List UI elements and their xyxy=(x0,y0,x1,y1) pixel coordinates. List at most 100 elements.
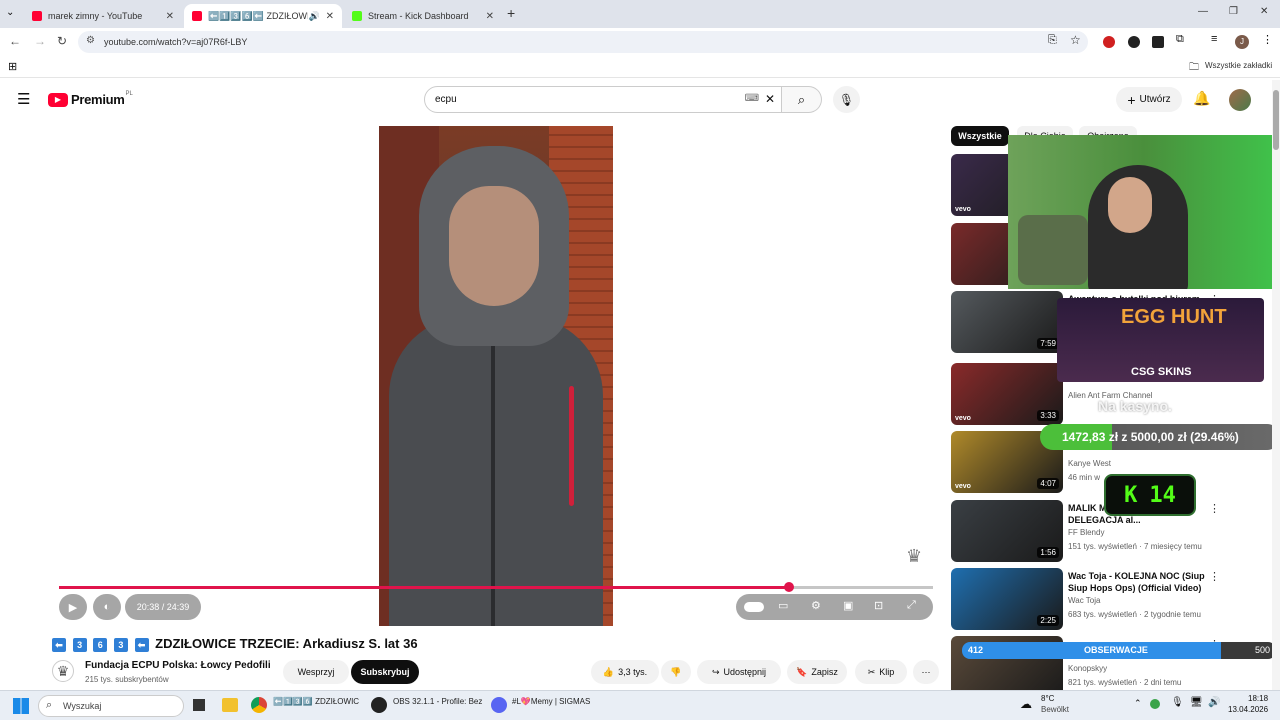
tab-2[interactable]: ⬅️1️⃣3️⃣6️⃣⬅️ ZDZIŁOWICE 🔊 ✕ xyxy=(184,4,342,28)
dislike-button[interactable]: 👎 xyxy=(661,660,691,684)
close-icon[interactable]: ✕ xyxy=(326,11,334,22)
egg-hunt-text: EGG HUNT xyxy=(1121,306,1227,328)
mic-tray-icon[interactable]: 🎙 xyxy=(1171,697,1184,708)
clock-time[interactable]: 18:18 xyxy=(1248,694,1268,703)
taskbar-search[interactable]: ⌕ Wyszukaj xyxy=(38,695,184,717)
tab-3[interactable]: Stream - Kick Dashboard ✕ xyxy=(344,4,502,28)
youtube-logo[interactable]: ▶ Premium PL xyxy=(48,91,133,107)
video-frame[interactable] xyxy=(379,126,613,626)
channel-name[interactable]: Fundacja ECPU Polska: Łowcy Pedofili xyxy=(85,660,271,671)
title-badge: ⬅ xyxy=(134,638,149,652)
chrome-icon[interactable] xyxy=(251,697,267,713)
page-scrollbar[interactable] xyxy=(1272,80,1280,690)
autoplay-toggle[interactable] xyxy=(744,602,764,612)
search-input[interactable]: ecpu ⌨ ✕ xyxy=(424,86,782,113)
recommendation-thumbnail[interactable]: 3:33 vevo xyxy=(951,363,1063,425)
miniplayer-icon[interactable]: ▣ xyxy=(843,599,853,612)
puzzle-icon[interactable]: ⧉ xyxy=(1176,33,1184,46)
tray-app-icon[interactable] xyxy=(1150,699,1160,709)
bookmark-star-icon[interactable]: ☆ xyxy=(1070,33,1081,47)
clip-button[interactable]: ✂ Klip xyxy=(855,660,907,684)
recommendation-channel[interactable]: Wac Toja xyxy=(1068,596,1100,605)
task-view-icon[interactable] xyxy=(193,699,205,711)
close-icon[interactable]: ✕ xyxy=(166,11,174,22)
tab-list-button[interactable]: ⌄ xyxy=(6,7,14,18)
youtube-icon xyxy=(32,11,42,21)
like-button[interactable]: 👍 3,3 tys. xyxy=(591,660,659,684)
extension-icon[interactable] xyxy=(1103,36,1115,48)
video-player[interactable]: ♛ ▶ ◐ 20:38 / 24:39 ▭ ⚙ ▣ ⊡ ⤢ xyxy=(52,126,940,626)
play-logo-icon: ▶ xyxy=(48,92,68,107)
recommendation-channel[interactable]: Konopskyy xyxy=(1068,664,1107,673)
scrollbar-thumb[interactable] xyxy=(1273,90,1279,150)
url-field[interactable]: ⚙ youtube.com/watch?v=aj07R6f-LBY xyxy=(78,31,1088,53)
extension-icon[interactable] xyxy=(1128,36,1140,48)
cast-icon[interactable]: ⊡ xyxy=(874,599,883,612)
minimize-icon[interactable]: — xyxy=(1198,6,1208,17)
clear-icon[interactable]: ✕ xyxy=(765,92,775,106)
forward-icon[interactable]: → xyxy=(34,34,46,48)
duration-badge: 7:59 xyxy=(1037,338,1059,349)
bell-icon[interactable]: 🔔 xyxy=(1193,90,1210,107)
save-button[interactable]: 🔖 Zapisz xyxy=(787,660,847,684)
subscribe-button[interactable]: Subskrybuj xyxy=(351,660,419,684)
youtube-header: ☰ ▶ Premium PL ecpu ⌨ ✕ ⌕ 🎙 + Utwórz 🔔 xyxy=(0,80,1270,120)
tab-1[interactable]: marek zimny - YouTube ✕ xyxy=(24,4,182,28)
search-button[interactable]: ⌕ xyxy=(782,86,822,113)
recommendation-channel[interactable]: Kanye West xyxy=(1068,459,1111,468)
volume-button[interactable]: ◐ xyxy=(93,594,121,620)
hamburger-icon[interactable]: ☰ xyxy=(17,90,30,108)
install-icon[interactable]: ⎘ xyxy=(1048,34,1057,47)
create-button[interactable]: + Utwórz xyxy=(1116,87,1182,112)
new-tab-button[interactable]: + xyxy=(507,5,515,21)
chip-all[interactable]: Wszystkie xyxy=(951,126,1009,146)
progress-bar[interactable] xyxy=(59,582,933,592)
menu-icon[interactable]: ⋮ xyxy=(1262,33,1273,46)
account-avatar[interactable] xyxy=(1229,89,1251,111)
extension-icon[interactable] xyxy=(1152,36,1164,48)
recommendation-thumbnail[interactable]: 2:25 xyxy=(951,568,1063,630)
all-bookmarks-link[interactable]: Wszystkie zakładki xyxy=(1205,61,1272,70)
progress-knob[interactable] xyxy=(783,582,794,592)
recommendation-thumbnail[interactable]: 1:56 xyxy=(951,500,1063,562)
tray-chevron-icon[interactable]: ⌃ xyxy=(1134,698,1142,709)
youtube-icon xyxy=(192,11,202,21)
recommendation-thumbnail[interactable]: 7:59 xyxy=(951,291,1063,353)
taskbar-app-discord[interactable]: #L💖Memy | SIGMAS xyxy=(512,697,590,706)
taskbar-app-chrome[interactable]: ⬅️1️⃣3️⃣6️⃣ ZDZIŁOWIC xyxy=(273,697,359,706)
discord-icon[interactable] xyxy=(491,697,507,713)
recommendation-item[interactable]: 2:25 Wac Toja - KOLEJNA NOC (Siup Siup Ho… xyxy=(951,568,1271,632)
play-button[interactable]: ▶ xyxy=(59,594,87,620)
fullscreen-icon[interactable]: ⤢ xyxy=(907,599,916,612)
site-info-icon[interactable]: ⚙ xyxy=(86,35,95,46)
recommendation-title[interactable]: Wac Toja - KOLEJNA NOC (Siup Siup Hops O… xyxy=(1068,570,1216,594)
subtitles-icon[interactable]: ▭ xyxy=(778,599,788,612)
volume-tray-icon[interactable]: 🔊 xyxy=(1208,697,1220,708)
speaker-icon[interactable]: 🔊 xyxy=(309,11,320,22)
back-icon[interactable]: ← xyxy=(9,34,21,48)
network-icon[interactable]: 🖥 xyxy=(1190,697,1203,708)
apps-grid-icon[interactable]: ⊞ xyxy=(8,60,17,73)
keyboard-icon[interactable]: ⌨ xyxy=(745,93,759,104)
share-button[interactable]: ↪ Udostępnij xyxy=(697,660,781,684)
recommendation-channel[interactable]: FF Blendy xyxy=(1068,528,1104,537)
close-icon[interactable]: ✕ xyxy=(486,11,494,22)
more-options-icon[interactable]: ⋮ xyxy=(1209,502,1220,515)
more-options-icon[interactable]: ⋮ xyxy=(1209,570,1220,583)
windows-start-icon[interactable] xyxy=(13,698,29,714)
channel-avatar[interactable]: ♛ xyxy=(52,660,74,682)
weather-temp[interactable]: 8°C xyxy=(1041,694,1054,703)
media-icon[interactable]: ≡ xyxy=(1211,33,1217,45)
mic-button[interactable]: 🎙 xyxy=(833,86,860,113)
close-window-icon[interactable]: ✕ xyxy=(1260,6,1268,17)
maximize-icon[interactable]: ❐ xyxy=(1229,6,1238,17)
file-explorer-icon[interactable] xyxy=(222,698,238,712)
settings-icon[interactable]: ⚙ xyxy=(811,599,821,612)
more-actions-button[interactable]: ⋯ xyxy=(913,660,939,684)
channel-watermark-icon[interactable]: ♛ xyxy=(906,546,932,570)
support-button[interactable]: Wesprzyj xyxy=(283,660,349,684)
reload-icon[interactable]: ↻ xyxy=(57,34,67,48)
taskbar-app-obs[interactable]: OBS 32.1.1 - Profile: Bez xyxy=(393,697,482,706)
avatar[interactable]: J xyxy=(1235,35,1249,49)
obs-icon[interactable] xyxy=(371,697,387,713)
